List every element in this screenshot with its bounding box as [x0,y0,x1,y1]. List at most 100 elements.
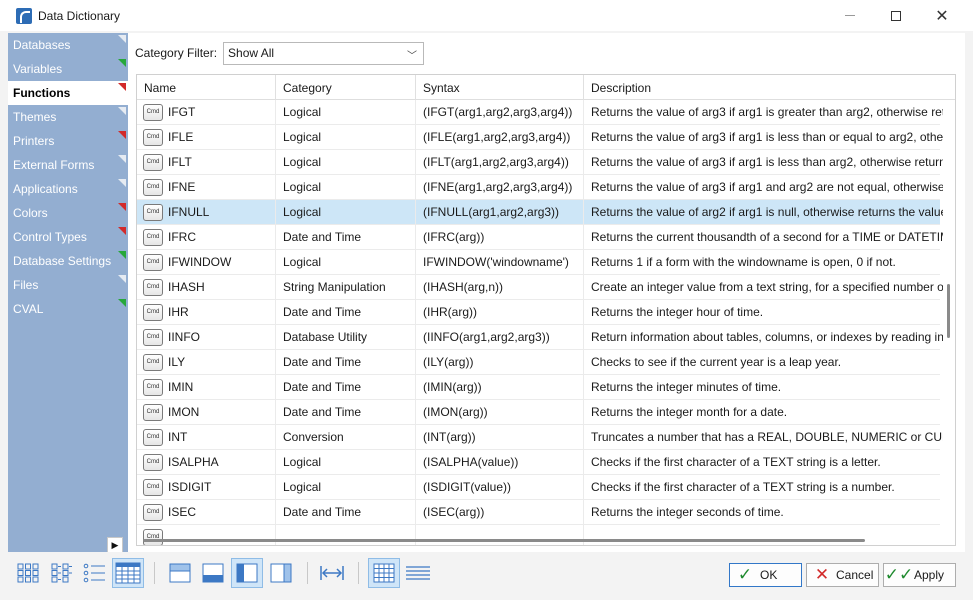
cell-text: (ILY(arg)) [423,355,474,369]
table-row[interactable]: Cmd IFWINDOW Logical IFWINDOW('windowname')… [137,250,944,275]
table-row[interactable]: Cmd IMON Date and Time (IMON(arg)) Returns t… [137,400,944,425]
sidebar-scroll-right-button[interactable]: ▶ [107,537,123,553]
maximize-icon [891,10,901,21]
sidebar-item-variables[interactable]: Variables [8,57,128,81]
cmd-icon: Cmd [143,253,163,271]
row-lines-button[interactable] [402,558,434,588]
vertical-scroll-thumb[interactable] [947,284,950,338]
list-view-button[interactable] [78,558,110,588]
fit-width-button[interactable] [316,558,348,588]
table-row[interactable]: Cmd IFNULL Logical (IFNULL(arg1,arg2,arg3))… [137,200,944,225]
table-row[interactable]: Cmd IHR Date and Time (IHR(arg)) Returns the… [137,300,944,325]
sidebar-item-databases[interactable]: Databases [8,33,128,57]
sidebar-item-printers[interactable]: Printers [8,129,128,153]
column-header-name[interactable]: Name [137,75,276,100]
cancel-button-label: Cancel [836,568,874,582]
cell-category: Date and Time [276,400,416,424]
apply-button[interactable]: ✓✓ Apply [883,563,956,587]
table-row[interactable]: Cmd IINFO Database Utility (IINFO(arg1,arg2… [137,325,944,350]
sidebar-item-cval[interactable]: CVAL [8,297,128,321]
horizontal-scroll-thumb[interactable] [143,539,865,542]
table-row[interactable]: Cmd IFLE Logical (IFLE(arg1,arg2,arg3,arg4)… [137,125,944,150]
cell-text: Returns the integer hour of time. [591,305,764,319]
cell-text: String Manipulation [283,280,386,294]
sidebar-item-files[interactable]: Files [8,273,128,297]
table-row[interactable]: Cmd IFRC Date and Time (IFRC(arg)) Returns t… [137,225,944,250]
cell-text: ILY [168,355,186,369]
sidebar-item-database-settings[interactable]: Database Settings [8,249,128,273]
cell-text: IFLT [168,155,192,169]
cell-text: Checks if the first character of a TEXT … [591,480,895,494]
cell-text: Returns the value of arg3 if arg1 is gre… [591,105,944,119]
sidebar-item-colors[interactable]: Colors [8,201,128,225]
table-row[interactable]: Cmd IFLT Logical (IFLT(arg1,arg2,arg3,arg4)… [137,150,944,175]
maximize-button[interactable] [873,0,919,31]
table-row[interactable]: Cmd INT Conversion (INT(arg)) Truncates a nu… [137,425,944,450]
table-row[interactable]: Cmd ISALPHA Logical (ISALPHA(value)) Checks … [137,450,944,475]
sidebar-item-themes[interactable]: Themes [8,105,128,129]
large-icons-view-button[interactable] [12,558,44,588]
cell-category: Logical [276,200,416,224]
cell-text: IFGT [168,105,196,119]
cell-description: Create an integer value from a text stri… [584,275,944,299]
cell-category: Logical [276,450,416,474]
column-header-description[interactable]: Description [584,75,944,100]
cell-name: Cmd INT [137,425,276,449]
table-row[interactable]: Cmd IHASH String Manipulation (IHASH(arg,n)… [137,275,944,300]
cell-category: Date and Time [276,500,416,524]
cmd-icon: Cmd [143,303,163,321]
layout-bottom-panel-button[interactable] [197,558,229,588]
cancel-button[interactable]: ✕ Cancel [806,563,879,587]
layout-top-panel-button[interactable] [164,558,196,588]
corner-marker-icon [118,179,126,187]
cell-name: Cmd ILY [137,350,276,374]
cell-text: Date and Time [283,405,362,419]
details-view-button[interactable] [112,558,144,588]
cell-name: Cmd IFNE [137,175,276,199]
grid-lines-button[interactable] [368,558,400,588]
cell-description: Checks to see if the current year is a l… [584,350,944,374]
sidebar-item-functions[interactable]: Functions [8,81,128,105]
small-icons-view-button[interactable] [45,558,77,588]
cell-syntax: (INT(arg)) [416,425,584,449]
cell-category: Logical [276,150,416,174]
cell-text: (INT(arg)) [423,430,476,444]
vertical-scrollbar[interactable] [943,100,955,545]
sidebar-item-label: Databases [13,38,71,52]
sidebar-item-applications[interactable]: Applications [8,177,128,201]
table-row[interactable]: Cmd ISEC Date and Time (ISEC(arg)) Returns t… [137,500,944,525]
cell-text: Logical [283,130,322,144]
table-row[interactable]: Cmd IFNE Logical (IFNE(arg1,arg2,arg3,arg4)… [137,175,944,200]
table-row[interactable]: Cmd ISDIGIT Logical (ISDIGIT(value)) Checks … [137,475,944,500]
cmd-icon: Cmd [143,478,163,496]
category-filter-select[interactable]: Show All ﹀ [223,41,425,65]
table-row[interactable]: Cmd IMIN Date and Time (IMIN(arg)) Returns t… [137,375,944,400]
sidebar-item-control-types[interactable]: Control Types [8,225,128,249]
cell-text: (IFGT(arg1,arg2,arg3,arg4)) [423,105,573,119]
cell-category: Date and Time [276,300,416,324]
cell-text: Logical [283,155,322,169]
functions-table: Name Category Syntax Description Cmd IFGT… [136,74,956,546]
cancel-x-icon: ✕ [814,565,830,584]
main-panel: Category Filter: Show All ﹀ Name Categor… [128,33,965,552]
column-header-category[interactable]: Category [276,75,416,100]
cell-text: Returns the current thousandth of a seco… [591,230,944,244]
table-row[interactable]: Cmd IFGT Logical (IFGT(arg1,arg2,arg3,arg4)… [137,100,944,125]
cell-category: Date and Time [276,375,416,399]
sidebar-item-label: Database Settings [13,254,112,268]
layout-right-panel-button[interactable] [265,558,297,588]
sidebar-item-external-forms[interactable]: External Forms [8,153,128,177]
table-body: Cmd IFGT Logical (IFGT(arg1,arg2,arg3,arg4)… [137,100,944,545]
cell-text: (IHASH(arg,n)) [423,280,504,294]
minimize-button[interactable] [827,0,873,31]
app-icon [16,7,32,24]
close-button[interactable]: ✕ [919,0,965,31]
layout-left-panel-button[interactable] [231,558,263,588]
sidebar-item-label: Files [13,278,39,292]
ok-button[interactable]: ✓ OK [729,563,802,587]
cell-syntax: (ILY(arg)) [416,350,584,374]
table-row[interactable]: Cmd ILY Date and Time (ILY(arg)) Checks to s… [137,350,944,375]
horizontal-scrollbar[interactable] [137,533,943,545]
column-header-syntax[interactable]: Syntax [416,75,584,100]
cell-category: Logical [276,175,416,199]
